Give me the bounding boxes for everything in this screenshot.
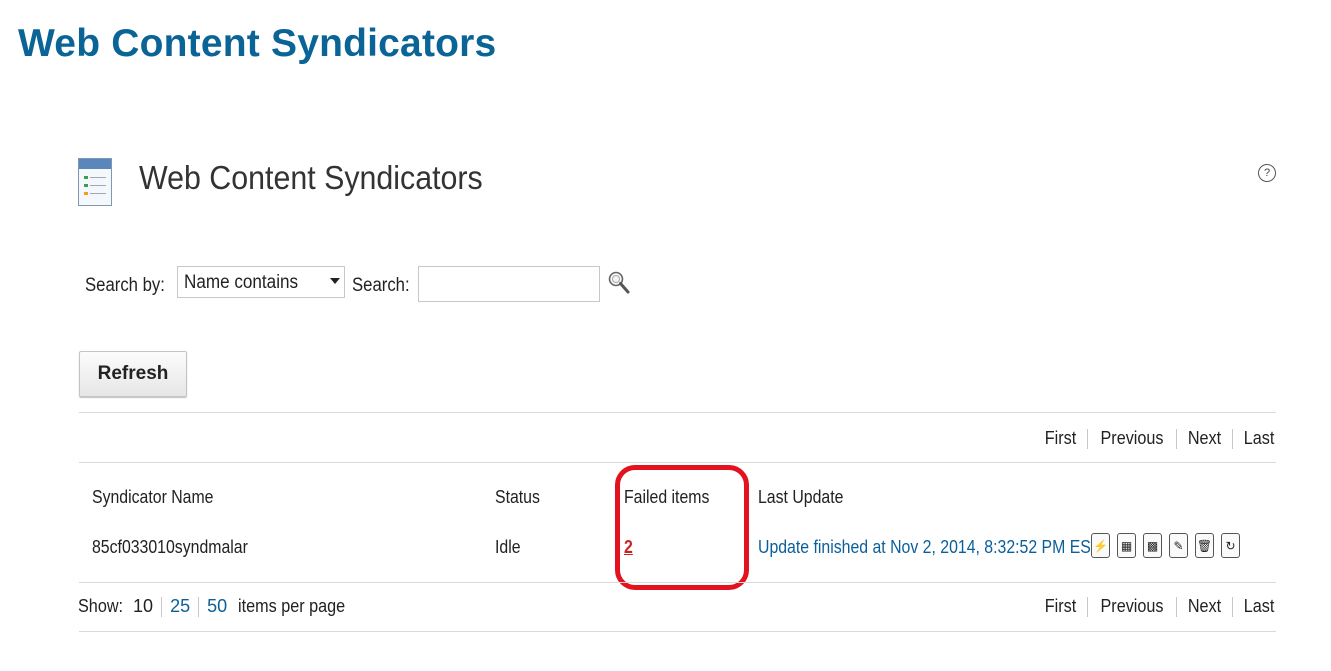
page-size-50[interactable]: 50 (207, 596, 227, 616)
help-icon[interactable]: ? (1258, 164, 1276, 182)
magnifier-icon[interactable] (607, 270, 631, 296)
failed-items-highlight (615, 465, 749, 590)
column-header-name[interactable]: Syndicator Name (92, 487, 213, 508)
column-header-status[interactable]: Status (495, 487, 540, 508)
search-by-selected-value: Name contains (184, 272, 299, 293)
portlet-header: Web Content Syndicators ? (78, 158, 1278, 210)
search-by-select[interactable]: Name contains (177, 266, 345, 298)
page-title: Web Content Syndicators (18, 22, 497, 65)
pager-first[interactable]: First (1045, 596, 1077, 617)
pager-bottom: First Previous Next Last (1043, 596, 1276, 618)
delete-icon[interactable]: 🗑 (1195, 533, 1214, 558)
pager-first[interactable]: First (1045, 428, 1077, 449)
search-bar: Search by: Name contains Search: (85, 266, 785, 304)
show-label: Show: (78, 596, 124, 616)
last-update-link[interactable]: Update finished at Nov 2, 2014, 8:32:52 … (758, 537, 1101, 558)
divider (79, 631, 1276, 632)
column-header-last-update[interactable]: Last Update (758, 487, 843, 508)
pager-top: First Previous Next Last (1043, 428, 1276, 450)
syndicator-portlet-icon (78, 158, 112, 206)
search-label: Search: (352, 275, 410, 296)
reset-icon[interactable]: ↻ (1221, 533, 1240, 558)
divider (79, 462, 1276, 463)
divider (79, 412, 1276, 413)
pager-last[interactable]: Last (1244, 596, 1275, 617)
items-per-page-label: items per page (238, 596, 346, 616)
update-icon[interactable]: ⚡ (1091, 533, 1110, 558)
edit-icon[interactable]: ✎ (1169, 533, 1188, 558)
syndicator-status: Idle (495, 537, 521, 557)
pager-next[interactable]: Next (1188, 596, 1221, 617)
search-input[interactable] (418, 266, 600, 302)
search-by-label: Search by: (85, 275, 165, 296)
pager-next[interactable]: Next (1188, 428, 1221, 449)
page-size-25[interactable]: 25 (170, 596, 190, 616)
portlet-title: Web Content Syndicators (139, 159, 483, 196)
column-header-failed-items[interactable]: Failed items (624, 487, 709, 508)
syndicator-name: 85cf033010syndmalar (92, 537, 248, 557)
rebuild-all-icon[interactable]: ▩ (1143, 533, 1162, 558)
failed-items-link[interactable]: 2 (624, 537, 633, 558)
refresh-button[interactable]: Refresh (79, 351, 187, 397)
pager-last[interactable]: Last (1244, 428, 1275, 449)
rebuild-icon[interactable]: ▦ (1117, 533, 1136, 558)
page-size-selector: Show: 10 25 50 items per page (78, 596, 357, 618)
pager-previous[interactable]: Previous (1100, 596, 1163, 617)
divider (79, 582, 1276, 583)
page-size-10[interactable]: 10 (133, 596, 153, 616)
chevron-down-icon (330, 278, 340, 284)
row-actions: ⚡ ▦ ▩ ✎ 🗑 ↻ (1091, 533, 1247, 563)
pager-previous[interactable]: Previous (1100, 428, 1163, 449)
